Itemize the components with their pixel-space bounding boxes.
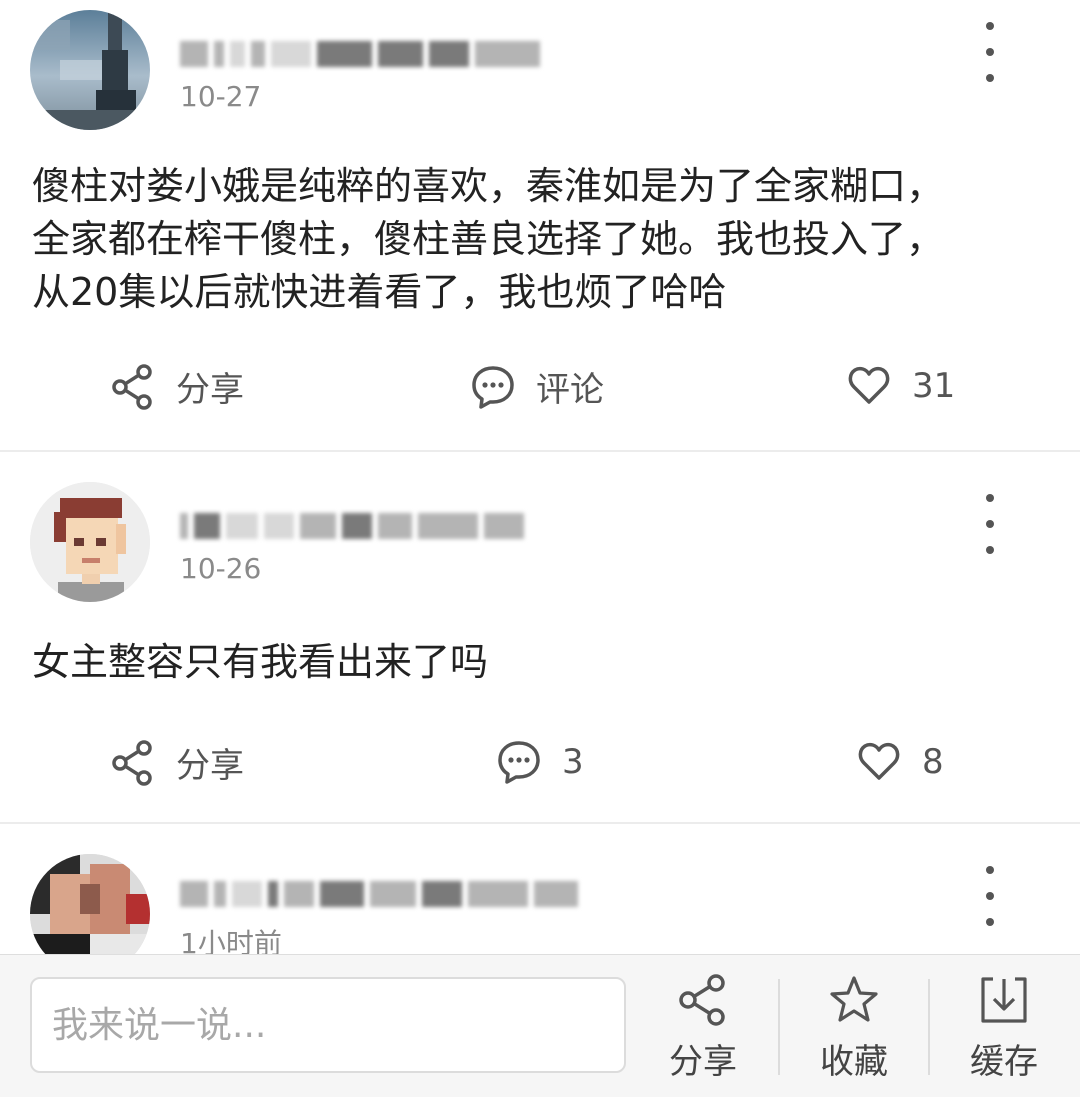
bottom-action-bar: 分享 收藏 缓存	[0, 954, 1080, 1097]
share-icon	[112, 739, 152, 786]
favorite-button[interactable]: 收藏	[779, 973, 929, 1083]
post-date: 10-27	[180, 80, 262, 113]
comment-action[interactable]: 评论	[470, 362, 604, 411]
more-options-button[interactable]	[972, 22, 1008, 82]
post-date: 1小时前	[180, 927, 282, 954]
comment-label: 评论	[536, 370, 604, 410]
like-count: 8	[922, 742, 944, 782]
post-text: 女主整容只有我看出来了吗	[32, 640, 489, 684]
comment-feed: 10-27 傻柱对娄小娥是纯粹的喜欢，秦淮如是为了全家糊口， 全家都在榨干傻柱，…	[0, 0, 1080, 954]
avatar-default-icon	[30, 482, 150, 602]
more-vertical-icon	[986, 494, 994, 502]
comment-icon	[498, 741, 540, 784]
like-count: 31	[912, 366, 956, 406]
comment-count: 3	[562, 742, 584, 782]
username-blurred[interactable]	[180, 876, 620, 912]
heart-icon	[858, 742, 900, 780]
more-options-button[interactable]	[972, 494, 1008, 554]
share-action[interactable]: 分享	[110, 362, 244, 411]
comment-action[interactable]: 3	[496, 738, 584, 786]
username-blurred[interactable]	[180, 36, 541, 72]
share-icon	[679, 974, 725, 1026]
more-vertical-icon	[986, 866, 994, 874]
comment-post: 10-26 女主整容只有我看出来了吗 分享 3 8	[0, 452, 1080, 824]
like-action[interactable]: 31	[846, 362, 955, 410]
comment-post: 10-27 傻柱对娄小娥是纯粹的喜欢，秦淮如是为了全家糊口， 全家都在榨干傻柱，…	[0, 0, 1080, 450]
heart-icon	[848, 366, 890, 404]
download-icon	[981, 977, 1027, 1023]
more-options-button[interactable]	[972, 866, 1008, 926]
star-icon	[830, 976, 878, 1022]
avatar-image	[30, 10, 150, 130]
post-date: 10-26	[180, 552, 262, 585]
username-blurred[interactable]	[180, 508, 540, 544]
avatar[interactable]	[30, 854, 150, 954]
share-icon	[112, 363, 152, 410]
share-button[interactable]: 分享	[628, 973, 778, 1083]
avatar-image	[30, 854, 150, 954]
share-label: 分享	[176, 746, 244, 786]
avatar[interactable]	[30, 482, 150, 602]
comment-icon	[472, 365, 514, 409]
download-label: 缓存	[970, 1042, 1038, 1082]
favorite-label: 收藏	[820, 1042, 888, 1082]
comment-post: 1小时前	[0, 824, 1080, 954]
download-button[interactable]: 缓存	[929, 973, 1079, 1083]
post-text: 傻柱对娄小娥是纯粹的喜欢，秦淮如是为了全家糊口， 全家都在榨干傻柱，傻柱善良选择…	[32, 164, 945, 314]
more-vertical-icon	[986, 22, 994, 30]
share-label: 分享	[669, 1042, 737, 1082]
avatar[interactable]	[30, 10, 150, 130]
share-label: 分享	[176, 370, 244, 410]
share-action[interactable]: 分享	[110, 738, 244, 787]
like-action[interactable]: 8	[856, 738, 944, 786]
comment-input[interactable]	[30, 977, 626, 1073]
